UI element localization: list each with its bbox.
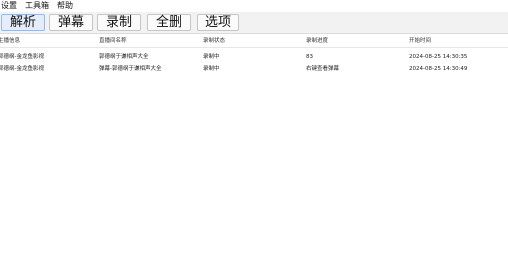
column-header-status[interactable]: 录制状态 (203, 35, 303, 48)
cell-start-time: 2024-08-25 14:30:35 (409, 54, 468, 60)
toolbar: 解析 弹幕 录制 全删 选项 (0, 12, 508, 34)
menu-settings[interactable]: 设置 (1, 0, 24, 12)
cell-room-name: 郭德纲于谦相声大全 (99, 54, 149, 60)
options-button[interactable]: 选项 (197, 14, 239, 31)
table-row[interactable]: 郭德纲-金龙鱼影视 郭德纲于谦相声大全 录制中 83 2024-08-25 14… (0, 51, 508, 63)
cell-start-time: 2024-08-25 14:30:49 (409, 66, 468, 72)
delete-all-button[interactable]: 全删 (147, 14, 191, 31)
column-header-progress[interactable]: 录制进度 (306, 35, 406, 48)
table-row[interactable]: 郭德纲-金龙鱼影视 弹幕-郭德纲于谦相声大全 录制中 右键查看弹幕 2024-0… (0, 63, 508, 75)
menu-bar: 设置 工具箱 帮助 (0, 0, 508, 12)
parse-button[interactable]: 解析 (1, 14, 45, 31)
cell-room-name: 弹幕-郭德纲于谦相声大全 (99, 66, 162, 72)
menu-help[interactable]: 帮助 (57, 0, 80, 12)
menu-toolbox[interactable]: 工具箱 (25, 0, 56, 12)
cell-status: 录制中 (203, 66, 220, 72)
cell-progress: 83 (306, 54, 313, 60)
danmaku-button[interactable]: 弹幕 (49, 14, 93, 31)
column-header-room-name[interactable]: 直播间名称 (99, 35, 201, 48)
cell-streamer: 郭德纲-金龙鱼影视 (0, 54, 44, 60)
table-header: 主播信息 直播间名称 录制状态 录制进度 开始时间 (0, 35, 508, 48)
column-header-streamer[interactable]: 主播信息 (0, 35, 96, 48)
record-button[interactable]: 录制 (97, 14, 141, 31)
recording-table: 主播信息 直播间名称 录制状态 录制进度 开始时间 郭德纲-金龙鱼影视 郭德纲于… (0, 35, 508, 280)
cell-status: 录制中 (203, 54, 220, 60)
cell-streamer: 郭德纲-金龙鱼影视 (0, 66, 44, 72)
column-header-start-time[interactable]: 开始时间 (409, 35, 508, 48)
cell-progress: 右键查看弹幕 (306, 66, 340, 72)
